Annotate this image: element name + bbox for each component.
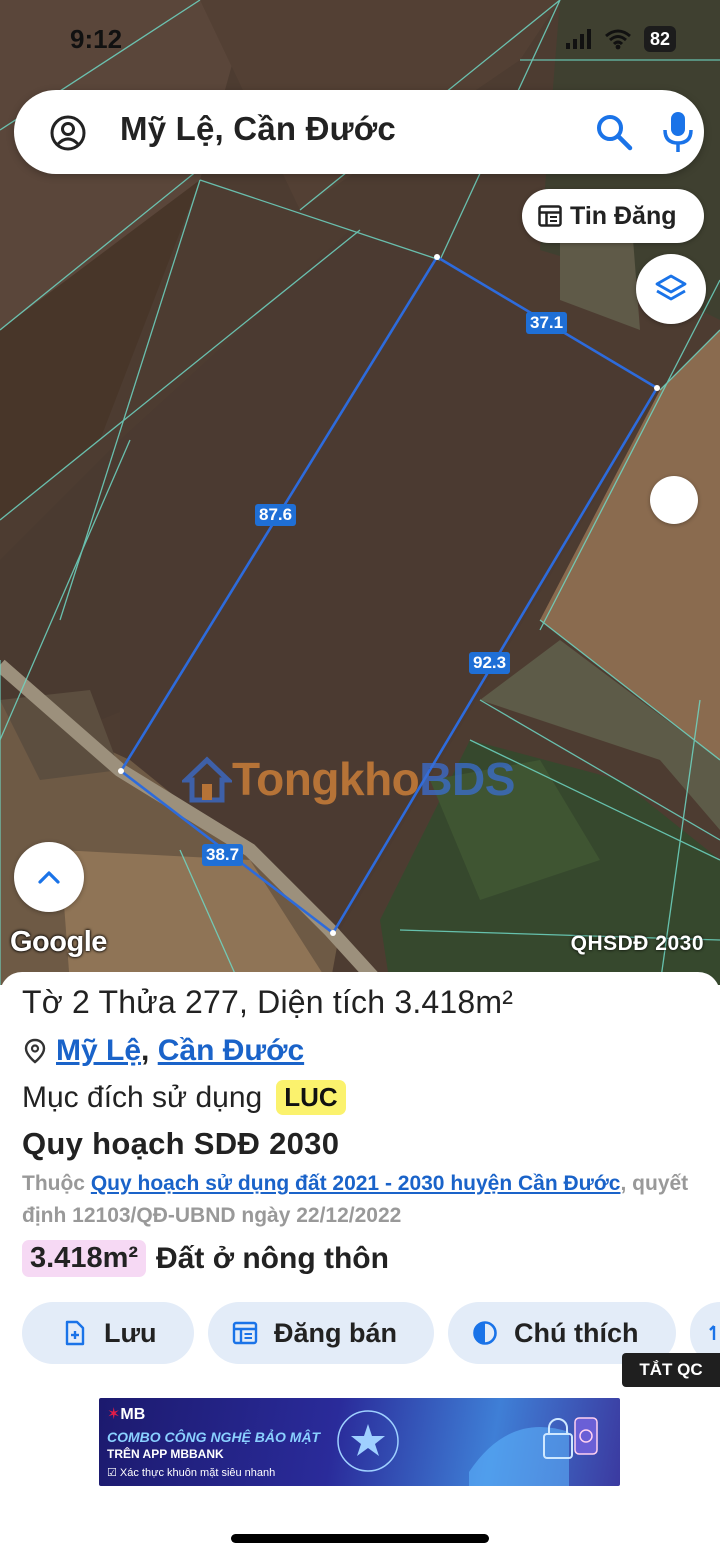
layers-button[interactable] bbox=[636, 254, 706, 324]
wifi-icon bbox=[605, 29, 631, 50]
status-time: 9:12 bbox=[70, 24, 123, 54]
ad-brand-label: MB bbox=[120, 1406, 146, 1423]
search-icon[interactable] bbox=[594, 112, 634, 152]
district-link[interactable]: Cần Đước bbox=[158, 1034, 304, 1068]
chevron-up-icon bbox=[38, 871, 60, 884]
home-indicator bbox=[231, 1534, 489, 1543]
search-query[interactable]: Mỹ Lệ, Cần Đước bbox=[120, 110, 396, 148]
layers-icon bbox=[655, 274, 687, 301]
land-purpose-row: Mục đích sử dụng LUC bbox=[22, 1080, 346, 1115]
location-row: Mỹ Lệ, Cần Đước bbox=[22, 1034, 304, 1068]
location-separator: , bbox=[141, 1034, 150, 1067]
land-type-label: Đất ở nông thôn bbox=[156, 1241, 389, 1275]
land-area-badge: 3.418m² bbox=[22, 1240, 147, 1277]
plan-link[interactable]: Quy hoạch sử dụng đất 2021 - 2030 huyện … bbox=[91, 1172, 621, 1195]
google-attribution: Google bbox=[10, 926, 107, 958]
cellular-signal-icon bbox=[565, 29, 591, 49]
plan-title: Quy hoạch SDĐ 2030 bbox=[22, 1126, 340, 1161]
watermark: Tongkho BDS bbox=[182, 752, 515, 806]
plan-prefix: Thuộc bbox=[22, 1172, 85, 1195]
dimension-label: 92.3 bbox=[469, 652, 511, 674]
save-button-label: Lưu bbox=[104, 1317, 157, 1348]
status-icons: 82 bbox=[565, 26, 676, 52]
account-icon[interactable] bbox=[50, 115, 86, 151]
plan-description: Thuộc Quy hoạch sử dụng đất 2021 - 2030 … bbox=[22, 1168, 702, 1232]
listing-icon bbox=[232, 1321, 258, 1345]
save-button[interactable]: Lưu bbox=[22, 1302, 194, 1364]
security-shield-icon bbox=[469, 1417, 598, 1486]
commune-link[interactable]: Mỹ Lệ bbox=[56, 1034, 141, 1068]
ad-caption: ☑ Xác thực khuôn mặt siêu nhanh bbox=[107, 1467, 276, 1479]
ad-brand: ✶MB bbox=[107, 1406, 146, 1423]
map-handle[interactable] bbox=[650, 476, 698, 524]
purpose-code-badge: LUC bbox=[276, 1080, 346, 1115]
ad-headline: COMBO CÔNG NGHỆ BẢO MẬT bbox=[107, 1429, 321, 1445]
seal-star-icon bbox=[337, 1410, 399, 1472]
land-type-row: 3.418m² Đất ở nông thôn bbox=[22, 1240, 389, 1277]
status-bar: 9:12 82 bbox=[0, 0, 720, 80]
search-bar[interactable]: Mỹ Lệ, Cần Đước bbox=[14, 90, 704, 174]
post-for-sale-label: Đăng bán bbox=[274, 1317, 398, 1348]
location-pin-icon bbox=[24, 1038, 46, 1064]
legend-button-label: Chú thích bbox=[514, 1317, 639, 1348]
listing-icon bbox=[538, 205, 562, 227]
listings-button[interactable]: Tin Đăng bbox=[522, 189, 704, 243]
watermark-text-a: Tongkho bbox=[232, 753, 420, 805]
home-logo-icon bbox=[182, 756, 232, 803]
listings-button-label: Tin Đăng bbox=[570, 201, 677, 230]
satellite-map[interactable]: TongkhoBDS 37.1 87.6 92.3 38.7 9:12 82 bbox=[0, 0, 720, 985]
ad-caption-text: Xác thực khuôn mặt siêu nhanh bbox=[119, 1467, 276, 1479]
battery-indicator: 82 bbox=[643, 26, 676, 52]
map-layer-label: QHSDĐ 2030 bbox=[570, 932, 704, 955]
post-for-sale-button[interactable]: Đăng bán bbox=[208, 1302, 434, 1364]
dimension-label: 87.6 bbox=[255, 504, 297, 526]
parcel-info-panel: Tờ 2 Thửa 277, Diện tích 3.418m² Mỹ Lệ, … bbox=[0, 972, 720, 1557]
hide-ads-button[interactable]: TẮT QC bbox=[622, 1353, 720, 1387]
dimension-label: 37.1 bbox=[526, 312, 568, 334]
save-file-icon bbox=[65, 1320, 85, 1346]
parcel-title: Tờ 2 Thửa 277, Diện tích 3.418m² bbox=[22, 984, 514, 1020]
ad-subline: TRÊN APP MBBANK bbox=[107, 1447, 224, 1461]
share-icon bbox=[709, 1325, 716, 1340]
legend-contrast-icon bbox=[473, 1321, 497, 1345]
dimension-label: 38.7 bbox=[202, 844, 244, 866]
ad-banner[interactable]: ✶MB COMBO CÔNG NGHỆ BẢO MẬT TRÊN APP MBB… bbox=[99, 1398, 620, 1486]
purpose-label: Mục đích sử dụng bbox=[22, 1080, 263, 1114]
watermark-text-b: BDS bbox=[419, 753, 515, 805]
expand-up-button[interactable] bbox=[14, 842, 84, 912]
microphone-icon[interactable] bbox=[662, 110, 694, 154]
